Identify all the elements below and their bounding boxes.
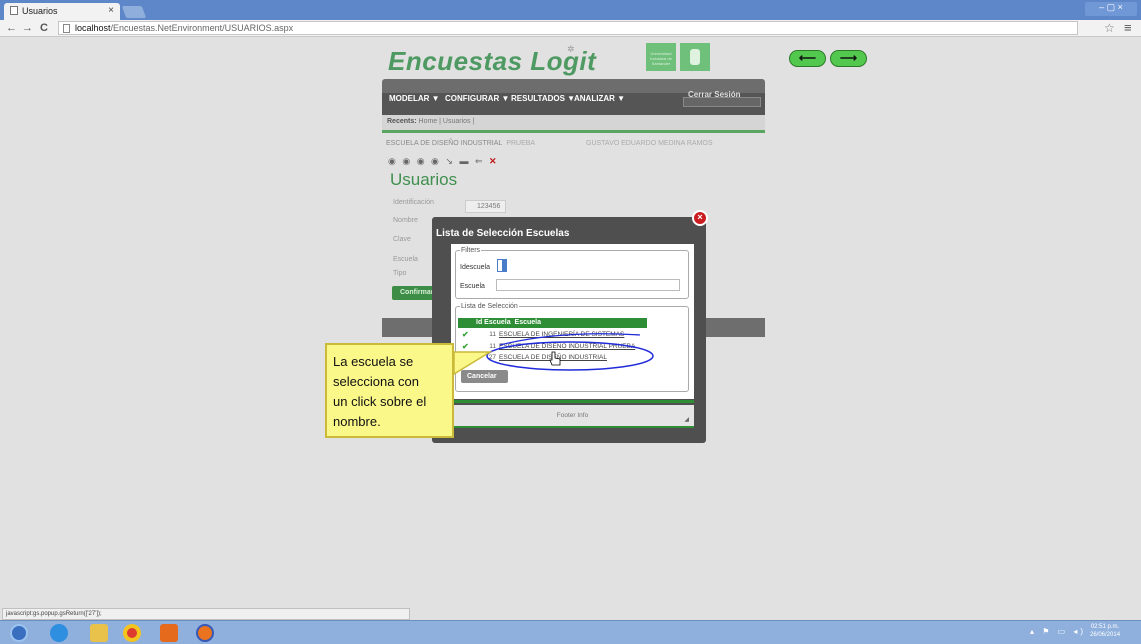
logo-text: Universidad Industrial de Santander — [650, 51, 672, 66]
divider — [451, 426, 694, 428]
row-id: 27 — [488, 354, 496, 361]
tab-title: Usuarios — [22, 6, 58, 16]
browser-titlebar — [0, 0, 1141, 20]
system-tray-icons[interactable]: ▴ ⚑ ▭ ◂) — [1030, 627, 1086, 636]
browser-tab[interactable]: Usuarios × — [4, 3, 120, 20]
reload-icon[interactable]: C — [40, 22, 48, 34]
idescuela-label: Idescuela — [460, 264, 490, 271]
filters-legend: Filters — [461, 247, 481, 254]
menu-configurar[interactable]: CONFIGURAR ▼ — [445, 94, 509, 103]
school-suffix: PRUEBA — [506, 140, 536, 147]
school-name: ESCUELA DE DISEÑO INDUSTRIAL — [386, 140, 503, 147]
recents-bar: Recents: Home | Usuarios | — [382, 115, 765, 130]
recents-label: Recents: — [387, 118, 417, 125]
row-id: 11 — [489, 343, 496, 350]
record-toolbar[interactable]: ◉ ◉ ◉ ◉ ↘ ▬ ⇐ ✕ — [388, 156, 499, 167]
logout-field — [683, 97, 761, 107]
clock-time: 02:51 p.m. — [1090, 624, 1120, 630]
row-id: 11 — [489, 331, 496, 338]
toolbar-icons[interactable]: ◉ ◉ ◉ ◉ ↘ ▬ ⇐ — [388, 156, 485, 166]
university-seal-logo — [680, 43, 710, 71]
callout-line: La escuela se — [333, 354, 414, 369]
taskbar-clock[interactable]: 02:51 p.m. 26/06/2014 — [1090, 623, 1120, 639]
spinner-icon[interactable] — [502, 260, 506, 271]
label-identificacion: Identificación — [393, 199, 434, 206]
forward-arrow-button[interactable]: ⟶ — [830, 50, 867, 67]
back-arrow-button[interactable]: ⟵ — [789, 50, 826, 67]
menu-modelar[interactable]: MODELAR ▼ — [389, 94, 440, 103]
firefox-icon[interactable] — [196, 624, 214, 642]
row-school-link[interactable]: ESCUELA DE INGENIERÍA DE SISTEMAS — [499, 331, 624, 338]
menu-resultados[interactable]: RESULTADOS ▼ — [511, 94, 575, 103]
windows-taskbar: ▴ ⚑ ▭ ◂) 02:51 p.m. 26/06/2014 — [0, 620, 1141, 644]
page-title: Usuarios — [390, 170, 458, 189]
col-id-header: Id Escuela — [476, 319, 511, 326]
row-school-link[interactable]: ESCUELA DE DISEÑO INDUSTRIAL PRUEBA — [499, 343, 635, 350]
bookmark-star-icon[interactable]: ☆ — [1104, 21, 1115, 35]
selection-list-legend: Lista de Selección — [461, 303, 518, 310]
file-explorer-icon[interactable] — [90, 624, 108, 642]
table-header: Id Escuela Escuela — [458, 318, 647, 328]
table-row[interactable]: 27 ESCUELA DE DISEÑO INDUSTRIAL — [458, 353, 647, 363]
modal-close-icon[interactable]: × — [692, 210, 708, 226]
current-user: GUSTAVO EDUARDO MEDINA RAMOS — [586, 140, 713, 147]
footer-info: Footer Info — [556, 412, 589, 419]
identificacion-field[interactable]: 123456 — [465, 200, 506, 213]
callout-line: nombre. — [333, 414, 381, 429]
browser-status-bar: javascript:gs.popup.gsReturn(['27']); — [2, 608, 410, 620]
idescuela-input[interactable] — [497, 259, 507, 272]
recents-links[interactable]: Home | Usuarios | — [419, 118, 475, 125]
cancel-button[interactable]: Cancelar — [461, 370, 508, 383]
resize-grip-icon[interactable]: ◢ — [684, 416, 689, 423]
modal-title: Lista de Selección Escuelas — [436, 228, 570, 239]
callout-line: un click sobre el — [333, 394, 427, 409]
loading-spinner-icon: ✲ — [567, 44, 575, 54]
page-icon — [63, 24, 70, 33]
current-school: ESCUELA DE DISEÑO INDUSTRIAL PRUEBA — [386, 140, 535, 147]
col-name-header: Escuela — [514, 319, 541, 326]
url-host: localhost — [75, 23, 111, 33]
divider — [382, 130, 765, 133]
browser-navbar: ← → C localhost/Encuestas.NetEnvironment… — [0, 20, 1141, 37]
label-nombre: Nombre — [393, 217, 418, 224]
label-clave: Clave — [393, 236, 411, 243]
table-row[interactable]: ✔ 11 ESCUELA DE INGENIERÍA DE SISTEMAS — [458, 330, 647, 340]
university-logo: Universidad Industrial de Santander — [646, 43, 676, 71]
table-row[interactable]: ✔ 11 ESCUELA DE DISEÑO INDUSTRIAL PRUEBA — [458, 342, 647, 352]
check-icon: ✔ — [462, 342, 469, 351]
label-tipo: Tipo — [393, 270, 407, 277]
label-escuela: Escuela — [393, 256, 418, 263]
escuela-filter-label: Escuela — [460, 283, 485, 290]
window-controls[interactable]: – ▢ × — [1085, 2, 1137, 16]
row-school-link[interactable]: ESCUELA DE DISEÑO INDUSTRIAL — [499, 354, 607, 361]
page-icon — [10, 6, 18, 15]
forward-icon[interactable]: → — [22, 22, 33, 34]
filters-fieldset: Filters — [455, 247, 689, 299]
app-icon[interactable] — [160, 624, 178, 642]
url-path: /Encuestas.NetEnvironment/USUARIOS.aspx — [110, 23, 294, 33]
back-icon[interactable]: ← — [6, 22, 17, 34]
chrome-icon[interactable] — [123, 624, 141, 642]
modal-footer: Footer Info ◢ — [451, 405, 694, 426]
callout-line: selecciona con — [333, 374, 419, 389]
browser-menu-icon[interactable]: ≡ — [1124, 20, 1132, 35]
menu-analizar[interactable]: ANALIZAR ▼ — [574, 94, 625, 103]
internet-explorer-icon[interactable] — [50, 624, 68, 642]
check-icon: ✔ — [462, 330, 469, 339]
address-bar[interactable]: localhost/Encuestas.NetEnvironment/USUAR… — [58, 21, 1078, 35]
annotation-callout: La escuela se selecciona con un click so… — [325, 343, 454, 438]
app-title: Encuestas Logit — [388, 46, 597, 76]
divider — [451, 400, 694, 403]
new-tab-button[interactable] — [121, 6, 147, 18]
delete-icon[interactable]: ✕ — [489, 156, 499, 166]
tab-close-icon[interactable]: × — [108, 5, 114, 16]
clock-date: 26/06/2014 — [1090, 632, 1121, 638]
escuela-filter-input[interactable] — [496, 279, 680, 291]
start-button-icon[interactable] — [10, 624, 28, 642]
